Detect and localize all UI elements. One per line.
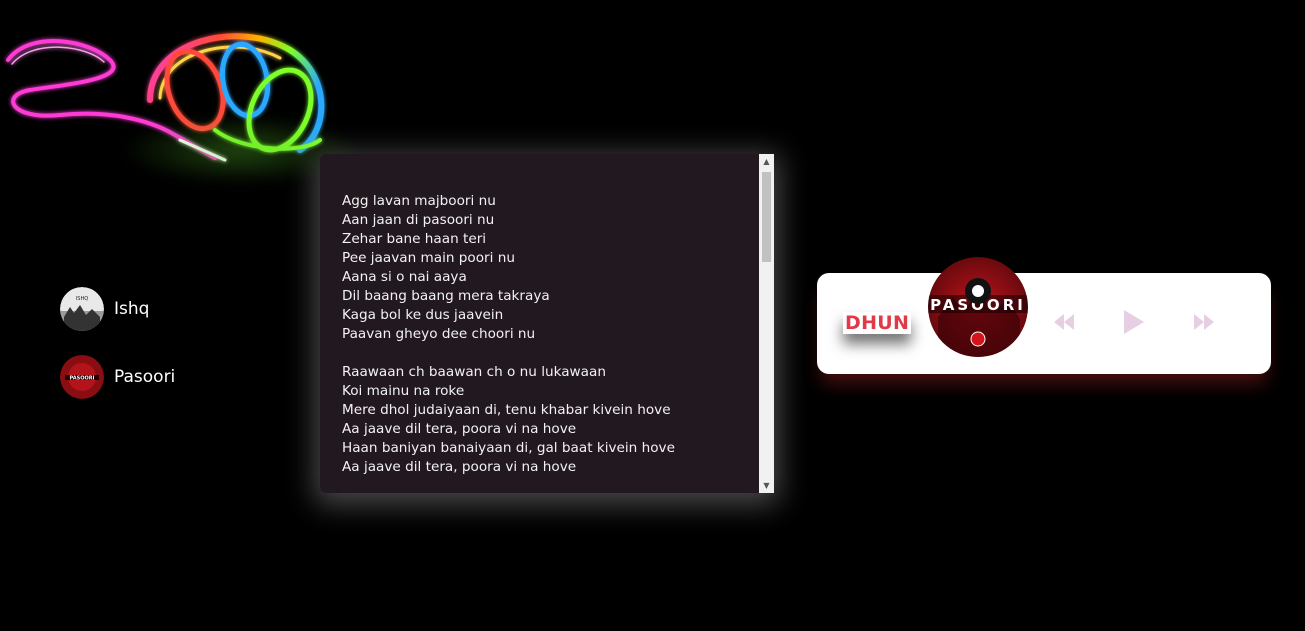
album-disc: PASOORI: [928, 257, 1028, 357]
song-title: Pasoori: [114, 367, 176, 387]
headphones-logo: [0, 20, 360, 190]
playback-controls: [1051, 306, 1217, 338]
svg-text:ISHQ: ISHQ: [76, 296, 88, 302]
play-icon[interactable]: [1121, 306, 1147, 338]
rewind-icon[interactable]: [1051, 308, 1077, 336]
lyrics-scrollbar[interactable]: ▲ ▼: [759, 154, 774, 493]
song-title: Ishq: [114, 299, 150, 319]
pasoori-cover: PASOORI: [60, 355, 104, 399]
song-item-pasoori[interactable]: PASOORI Pasoori: [60, 354, 175, 400]
lyrics-panel[interactable]: Agg lavan majboori nu Aan jaan di pasoor…: [320, 154, 774, 493]
scroll-up-arrow-icon[interactable]: ▲: [759, 154, 774, 169]
scroll-thumb[interactable]: [762, 172, 771, 262]
lyrics-text: Agg lavan majboori nu Aan jaan di pasoor…: [342, 193, 675, 475]
scroll-down-arrow-icon[interactable]: ▼: [759, 478, 774, 493]
player-title: DHUN: [843, 312, 912, 334]
ishq-cover: ISHQ: [60, 287, 104, 331]
song-item-ishq[interactable]: ISHQ Ishq: [60, 286, 175, 332]
svg-text:PASOORI: PASOORI: [70, 376, 95, 382]
playlist: ISHQ Ishq PASOORI Pasoori: [60, 286, 175, 422]
music-player: DHUN PASOORI: [817, 257, 1271, 374]
fast-forward-icon[interactable]: [1191, 308, 1217, 336]
